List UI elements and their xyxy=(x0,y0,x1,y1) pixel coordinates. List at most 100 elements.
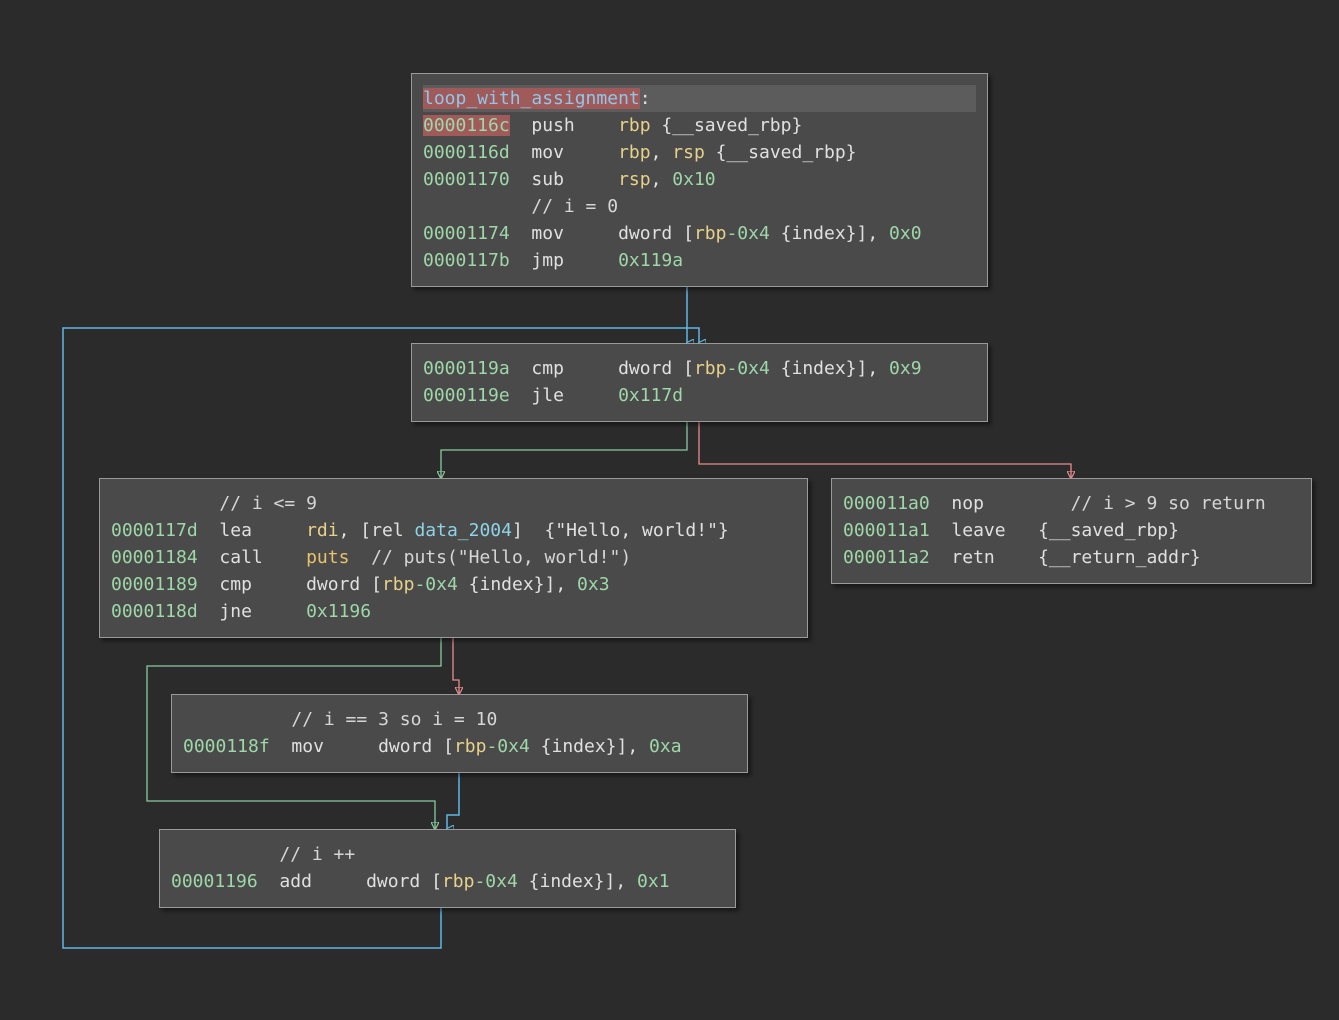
operand-text: {index}], xyxy=(457,574,578,595)
instruction-line[interactable]: 000011a2 retn {__return_addr} xyxy=(843,544,1300,571)
function-label: loop_with_assignment: xyxy=(423,85,976,112)
comment-line[interactable]: // i <= 9 xyxy=(111,490,796,517)
instruction-address[interactable]: 00001174 xyxy=(423,223,510,244)
instruction-mnemonic[interactable]: jmp xyxy=(531,247,618,274)
instruction-line[interactable]: 00001174 mov dword [rbp-0x4 {index}], 0x0 xyxy=(423,220,976,247)
basic-block-return[interactable]: 000011a0 nop // i > 9 so return 000011a1 … xyxy=(831,478,1312,584)
instruction-address[interactable]: 0000119e xyxy=(423,385,510,406)
operand-register[interactable]: rbp xyxy=(442,871,475,892)
operand-register[interactable]: rbp xyxy=(454,736,487,757)
instruction-address[interactable]: 0000117d xyxy=(111,520,198,541)
comment-line[interactable]: // i == 3 so i = 10 xyxy=(183,706,736,733)
instruction-address[interactable]: 00001170 xyxy=(423,169,510,190)
operand-register[interactable]: rdi xyxy=(306,520,339,541)
operand-immediate[interactable]: 0x117d xyxy=(618,385,683,406)
instruction-address[interactable]: 00001196 xyxy=(171,871,258,892)
operand-register[interactable]: rbp xyxy=(694,358,727,379)
operand-symbol[interactable]: data_2004 xyxy=(414,520,512,541)
instruction-line[interactable]: 000011a0 nop // i > 9 so return xyxy=(843,490,1300,517)
instruction-mnemonic[interactable]: jne xyxy=(219,598,306,625)
instruction-line[interactable]: 00001196 add dword [rbp-0x4 {index}], 0x1 xyxy=(171,868,724,895)
operand-function[interactable]: puts xyxy=(306,547,349,568)
instruction-mnemonic[interactable]: mov xyxy=(291,733,378,760)
operand-immediate[interactable]: 0x3 xyxy=(577,574,610,595)
operand-register[interactable]: rbp xyxy=(694,223,727,244)
instruction-line[interactable]: 00001189 cmp dword [rbp-0x4 {index}], 0x3 xyxy=(111,571,796,598)
operand-immediate[interactable]: -0x4 xyxy=(726,223,769,244)
instruction-mnemonic[interactable]: retn xyxy=(951,544,1038,571)
operand-register[interactable]: rbp xyxy=(618,142,651,163)
instruction-address[interactable]: 00001189 xyxy=(111,574,198,595)
operand-text: {__saved_rbp} xyxy=(1038,520,1179,541)
operand-text: {__return_addr} xyxy=(1038,547,1201,568)
instruction-line[interactable]: 0000119a cmp dword [rbp-0x4 {index}], 0x9 xyxy=(423,355,976,382)
operand-text: {__saved_rbp} xyxy=(704,142,857,163)
annotation-comment: // i = 0 xyxy=(531,196,619,217)
instruction-line[interactable]: 0000116d mov rbp, rsp {__saved_rbp} xyxy=(423,139,976,166)
instruction-address[interactable]: 0000116c xyxy=(423,115,510,136)
operand-immediate[interactable]: -0x4 xyxy=(486,736,529,757)
instruction-address[interactable]: 0000118d xyxy=(111,601,198,622)
operand-immediate[interactable]: -0x4 xyxy=(726,358,769,379)
instruction-line[interactable]: 00001184 call puts // puts("Hello, world!… xyxy=(111,544,796,571)
instruction-line[interactable]: 0000119e jle 0x117d xyxy=(423,382,976,409)
operand-immediate[interactable]: -0x4 xyxy=(414,574,457,595)
instruction-mnemonic[interactable]: cmp xyxy=(219,571,306,598)
instruction-address[interactable]: 000011a2 xyxy=(843,547,930,568)
comment-line[interactable]: // i = 0 xyxy=(423,193,976,220)
instruction-line[interactable]: 0000118d jne 0x1196 xyxy=(111,598,796,625)
instruction-mnemonic[interactable]: leave xyxy=(951,517,1038,544)
instruction-address[interactable]: 0000118f xyxy=(183,736,270,757)
basic-block-assign-ten[interactable]: // i == 3 so i = 10 0000118f mov dword [rb… xyxy=(171,694,748,773)
annotation-comment: // i ++ xyxy=(279,844,356,865)
operand-text: dword [ xyxy=(618,223,694,244)
operand-immediate[interactable]: 0x10 xyxy=(672,169,715,190)
comment-line[interactable]: // i ++ xyxy=(171,841,724,868)
operand-immediate[interactable]: 0xa xyxy=(649,736,682,757)
instruction-mnemonic[interactable]: cmp xyxy=(531,355,618,382)
basic-block-loop-condition[interactable]: 0000119a cmp dword [rbp-0x4 {index}], 0x9… xyxy=(411,343,988,422)
operand-immediate[interactable]: 0x1196 xyxy=(306,601,371,622)
instruction-line[interactable]: 0000116c push rbp {__saved_rbp} xyxy=(423,112,976,139)
annotation-comment: // i == 3 so i = 10 xyxy=(291,709,498,730)
instruction-address[interactable]: 00001184 xyxy=(111,547,198,568)
operand-register[interactable]: rsp xyxy=(618,169,651,190)
instruction-mnemonic[interactable]: push xyxy=(531,112,618,139)
instruction-mnemonic[interactable]: mov xyxy=(531,220,618,247)
instruction-line[interactable]: 0000118f mov dword [rbp-0x4 {index}], 0xa xyxy=(183,733,736,760)
instruction-line[interactable]: 0000117d lea rdi, [rel data_2004] {"Hello… xyxy=(111,517,796,544)
instruction-address[interactable]: 0000117b xyxy=(423,250,510,271)
operand-immediate[interactable]: 0x9 xyxy=(889,358,922,379)
instruction-mnemonic[interactable]: add xyxy=(279,868,366,895)
instruction-mnemonic[interactable]: sub xyxy=(531,166,618,193)
function-name[interactable]: loop_with_assignment xyxy=(423,88,640,109)
instruction-mnemonic[interactable]: nop xyxy=(951,490,1038,517)
operand-text: {index}], xyxy=(529,736,650,757)
instruction-address[interactable]: 0000119a xyxy=(423,358,510,379)
operand-text: dword [ xyxy=(366,871,442,892)
instruction-line[interactable]: 000011a1 leave {__saved_rbp} xyxy=(843,517,1300,544)
operand-immediate[interactable]: 0x1 xyxy=(637,871,670,892)
instruction-mnemonic[interactable]: lea xyxy=(219,517,306,544)
operand-comment: // i > 9 so return xyxy=(1038,493,1266,514)
instruction-mnemonic[interactable]: jle xyxy=(531,382,618,409)
instruction-line[interactable]: 0000117b jmp 0x119a xyxy=(423,247,976,274)
basic-block-increment[interactable]: // i ++ 00001196 add dword [rbp-0x4 {index… xyxy=(159,829,736,908)
operand-text: dword [ xyxy=(618,358,694,379)
operand-immediate[interactable]: 0x119a xyxy=(618,250,683,271)
operand-register[interactable]: rsp xyxy=(672,142,705,163)
operand-text: {index}], xyxy=(769,223,890,244)
basic-block-loop-body[interactable]: // i <= 9 0000117d lea rdi, [rel data_2004… xyxy=(99,478,808,638)
instruction-address[interactable]: 000011a1 xyxy=(843,520,930,541)
operand-register[interactable]: rbp xyxy=(382,574,415,595)
operand-immediate[interactable]: -0x4 xyxy=(474,871,517,892)
instruction-address[interactable]: 000011a0 xyxy=(843,493,930,514)
operand-text: dword [ xyxy=(306,574,382,595)
instruction-mnemonic[interactable]: call xyxy=(219,544,306,571)
instruction-mnemonic[interactable]: mov xyxy=(531,139,618,166)
instruction-address[interactable]: 0000116d xyxy=(423,142,510,163)
basic-block-entry[interactable]: loop_with_assignment: 0000116c push rbp {… xyxy=(411,73,988,287)
operand-register[interactable]: rbp xyxy=(618,115,651,136)
operand-immediate[interactable]: 0x0 xyxy=(889,223,922,244)
instruction-line[interactable]: 00001170 sub rsp, 0x10 xyxy=(423,166,976,193)
